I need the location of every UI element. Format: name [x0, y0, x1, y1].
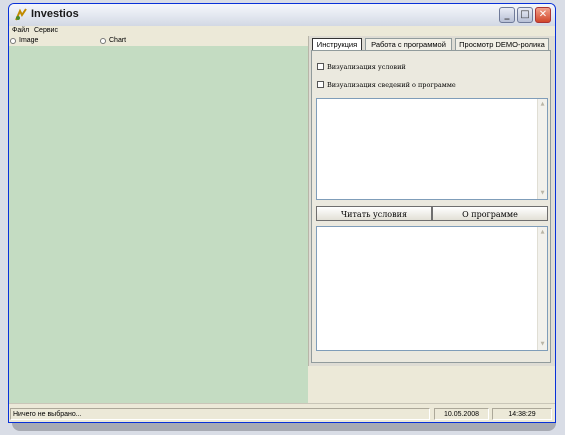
app-logo-icon	[15, 8, 27, 21]
tab-content: Визуализация условий Визуализация сведен…	[311, 50, 551, 363]
terms-scrollbar[interactable]: ▲ ▼	[537, 99, 547, 199]
main-window: Investios _ □ ✕ Файл Сервис Image Chart …	[8, 3, 556, 423]
scroll-down-icon[interactable]: ▼	[539, 341, 546, 348]
status-bar: Ничего не выбрано... 10.05.2008 14:38:29	[9, 403, 555, 422]
status-time: 14:38:29	[492, 408, 552, 420]
checkbox-visualize-about-label: Визуализация сведений о программе	[327, 81, 456, 89]
maximize-button[interactable]: □	[517, 7, 533, 23]
status-date: 10.05.2008	[434, 408, 489, 420]
minimize-icon: _	[504, 9, 510, 20]
radio-chart[interactable]	[100, 38, 106, 44]
checkbox-visualize-about[interactable]	[317, 81, 324, 88]
tab-work[interactable]: Работа с программой	[365, 38, 452, 50]
close-button[interactable]: ✕	[535, 7, 551, 23]
scroll-down-icon[interactable]: ▼	[539, 190, 546, 197]
close-icon: ✕	[538, 9, 548, 20]
menu-service[interactable]: Сервис	[34, 27, 58, 34]
read-terms-button[interactable]: Читать условия	[316, 206, 432, 221]
radio-image[interactable]	[10, 38, 16, 44]
right-panel: Инструкция Работа с программой Просмотр …	[308, 36, 555, 366]
window-title: Investios	[31, 8, 79, 20]
tab-instruction[interactable]: Инструкция	[312, 38, 362, 50]
terms-textbox[interactable]: ▲ ▼	[316, 98, 548, 200]
image-canvas[interactable]	[9, 46, 308, 403]
checkbox-visualize-terms-label: Визуализация условий	[327, 63, 406, 71]
checkbox-visualize-terms[interactable]	[317, 63, 324, 70]
scroll-up-icon[interactable]: ▲	[539, 229, 546, 236]
status-message: Ничего не выбрано...	[10, 408, 430, 420]
radio-chart-label: Chart	[109, 37, 127, 44]
about-scrollbar[interactable]: ▲ ▼	[537, 227, 547, 350]
window-shadow	[12, 423, 556, 431]
radio-image-label: Image	[19, 37, 39, 44]
menu-file[interactable]: Файл	[12, 27, 29, 34]
tab-demo[interactable]: Просмотр DEMO-ролика	[455, 38, 549, 50]
maximize-icon: □	[520, 9, 530, 20]
view-options: Image Chart	[9, 36, 308, 46]
menu-bar: Файл Сервис	[9, 26, 555, 36]
about-textbox[interactable]: ▲ ▼	[316, 226, 548, 351]
about-button[interactable]: О программе	[432, 206, 548, 221]
minimize-button[interactable]: _	[499, 7, 515, 23]
title-bar[interactable]: Investios _ □ ✕	[9, 4, 555, 27]
scroll-up-icon[interactable]: ▲	[539, 101, 546, 108]
